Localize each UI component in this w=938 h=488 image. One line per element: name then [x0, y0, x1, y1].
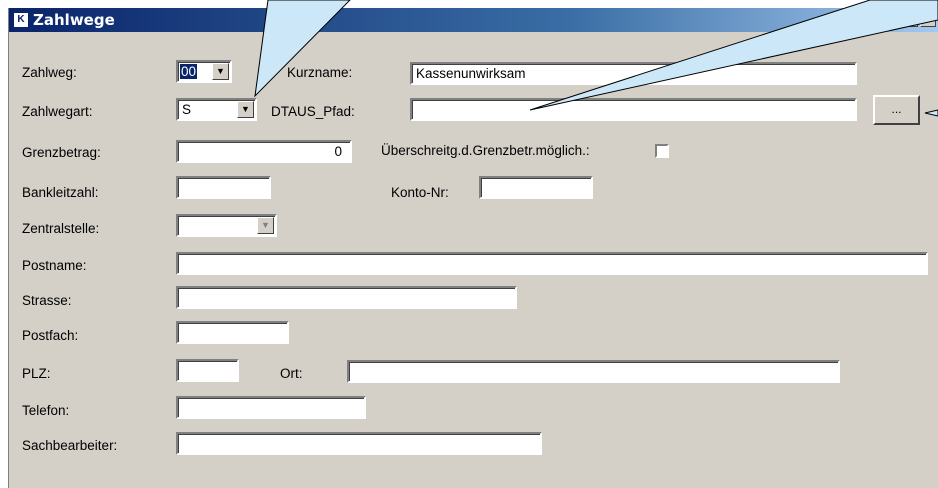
callout-browse — [924, 109, 938, 117]
callout-zahlwegart — [254, 0, 351, 98]
callout-overlay — [254, 0, 938, 117]
callout-dtaus-pfad — [529, 0, 938, 111]
